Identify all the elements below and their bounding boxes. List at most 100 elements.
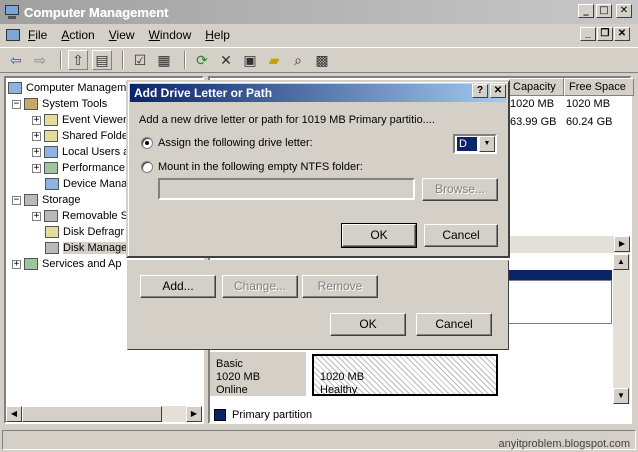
volume-free-space: 1020 MB: [566, 98, 611, 110]
menu-window[interactable]: Window: [149, 28, 192, 42]
ok-button[interactable]: OK: [330, 313, 406, 336]
refresh-icon[interactable]: ⟳: [192, 50, 212, 70]
volume-capacity: 63.99 GB: [510, 116, 557, 128]
computer-icon: [8, 82, 22, 94]
tree-item-local-users[interactable]: + Local Users a: [32, 144, 129, 160]
tree-hscrollbar[interactable]: ◀ ▶: [6, 406, 202, 422]
menu-bar: File Action View Window Help _ ❐ ✕: [0, 24, 638, 46]
tree-item-event-viewer[interactable]: + Event Viewer: [32, 112, 127, 128]
scroll-right-icon[interactable]: ▶: [186, 406, 202, 422]
add-drive-letter-dialog: Add Drive Letter or Path ? ✕ Add a new d…: [126, 80, 510, 258]
help-icon[interactable]: ▦: [154, 50, 174, 70]
storage-icon: [24, 194, 38, 206]
tree-item-shared-folders[interactable]: + Shared Folde: [32, 128, 128, 144]
expand-icon[interactable]: +: [32, 163, 41, 173]
browse-button[interactable]: Browse...: [422, 178, 498, 201]
mount-folder-label[interactable]: Mount in the following empty NTFS folder…: [158, 161, 363, 173]
volume-free-space: 60.24 GB: [566, 116, 613, 128]
cancel-button[interactable]: Cancel: [416, 313, 492, 336]
mdi-restore-button[interactable]: ❐: [597, 27, 613, 41]
system-tools-icon: [24, 98, 38, 110]
collapse-icon[interactable]: −: [12, 99, 21, 109]
back-arrow-icon[interactable]: ⇦: [6, 50, 26, 70]
tree-item-removable-storage[interactable]: + Removable S: [32, 208, 128, 224]
mount-folder-radio[interactable]: [141, 161, 153, 173]
properties-icon[interactable]: ☑: [130, 50, 150, 70]
minimize-button[interactable]: _: [578, 4, 594, 18]
disk-management-icon: [45, 242, 59, 254]
tree-item-disk-defragmenter[interactable]: Disk Defragr: [45, 224, 124, 240]
document-icon[interactable]: [6, 29, 20, 41]
partition-size: 1020 MB: [320, 371, 365, 383]
tree-scroll-thumb[interactable]: [22, 406, 162, 422]
change-button[interactable]: Change...: [222, 275, 298, 298]
properties2-icon[interactable]: ▣: [240, 50, 260, 70]
drive-letter-select[interactable]: D ▼: [453, 134, 497, 154]
disk-info[interactable]: Basic 1020 MB Online: [210, 352, 306, 396]
tree-item-device-manager[interactable]: Device Mana: [45, 176, 127, 192]
menu-help[interactable]: Help: [205, 28, 230, 42]
mdi-minimize-button[interactable]: _: [580, 27, 596, 41]
up-folder-icon[interactable]: ⇧: [68, 50, 88, 70]
expand-icon[interactable]: +: [32, 211, 41, 221]
tree-item-performance[interactable]: + Performance: [32, 160, 125, 176]
dialog-title: Add Drive Letter or Path: [134, 86, 273, 100]
shared-folders-icon: [44, 130, 58, 142]
settings-icon[interactable]: ▩: [312, 50, 332, 70]
remove-button[interactable]: Remove: [302, 275, 378, 298]
column-header-free-space[interactable]: Free Space: [564, 78, 634, 96]
volume-capacity: 1020 MB: [510, 98, 555, 110]
event-viewer-icon: [44, 114, 58, 126]
menu-view[interactable]: View: [109, 28, 135, 42]
expand-icon[interactable]: +: [32, 147, 41, 157]
search-icon[interactable]: ⌕: [288, 50, 308, 70]
menu-action[interactable]: Action: [61, 28, 94, 42]
tree-item-services-and-applications[interactable]: + Services and Ap: [12, 256, 122, 272]
window-title-bar[interactable]: Computer Management _ □ ✕: [0, 0, 638, 24]
open-icon[interactable]: ▰: [264, 50, 284, 70]
delete-icon[interactable]: ✕: [216, 50, 236, 70]
scroll-down-icon[interactable]: ▼: [613, 388, 629, 404]
partition-box[interactable]: 1020 MB Healthy: [312, 354, 498, 396]
dialog-help-button[interactable]: ?: [472, 84, 488, 98]
collapse-icon[interactable]: −: [12, 195, 21, 205]
removable-storage-icon: [44, 210, 58, 222]
device-manager-icon: [45, 178, 59, 190]
disk-view-vscrollbar[interactable]: ▲ ▼: [613, 254, 630, 404]
menu-file[interactable]: File: [28, 28, 47, 42]
expand-icon[interactable]: +: [32, 131, 41, 141]
add-button[interactable]: Add...: [140, 275, 216, 298]
dialog-close-button[interactable]: ✕: [490, 84, 506, 98]
chevron-down-icon[interactable]: ▼: [479, 136, 495, 152]
show-hide-tree-icon[interactable]: ▤: [92, 50, 112, 70]
tree-item-system-tools[interactable]: − System Tools: [12, 96, 107, 112]
scroll-right-icon[interactable]: ▶: [614, 236, 630, 252]
services-icon: [24, 258, 38, 270]
disk-status: Online: [216, 384, 248, 396]
watermark: anyitproblem.blogspot.com: [498, 438, 630, 450]
maximize-button[interactable]: □: [596, 4, 612, 18]
scroll-left-icon[interactable]: ◀: [6, 406, 22, 422]
dialog-cancel-button[interactable]: Cancel: [424, 224, 498, 247]
assign-letter-label[interactable]: Assign the following drive letter:: [158, 137, 313, 149]
tree-item-computer-management[interactable]: Computer Managem: [8, 80, 126, 96]
expand-icon[interactable]: +: [32, 115, 41, 125]
disk-type: Basic: [216, 358, 243, 370]
mdi-close-button[interactable]: ✕: [614, 27, 630, 41]
dialog-ok-button[interactable]: OK: [341, 223, 417, 248]
tree-item-disk-management[interactable]: Disk Manage: [45, 240, 128, 256]
partition-status: Healthy: [320, 384, 358, 396]
primary-partition-swatch: [214, 409, 226, 421]
close-button[interactable]: ✕: [616, 4, 632, 18]
assign-letter-radio[interactable]: [141, 137, 153, 149]
mount-folder-path-field[interactable]: [158, 178, 415, 200]
performance-icon: [44, 162, 58, 174]
tree-item-storage[interactable]: − Storage: [12, 192, 81, 208]
defrag-icon: [45, 226, 59, 238]
users-icon: [44, 146, 58, 158]
forward-arrow-icon[interactable]: ⇨: [30, 50, 50, 70]
scroll-up-icon[interactable]: ▲: [613, 254, 629, 270]
column-header-capacity[interactable]: Capacity: [508, 78, 564, 96]
dialog-title-bar[interactable]: Add Drive Letter or Path: [130, 84, 506, 102]
expand-icon[interactable]: +: [12, 259, 21, 269]
